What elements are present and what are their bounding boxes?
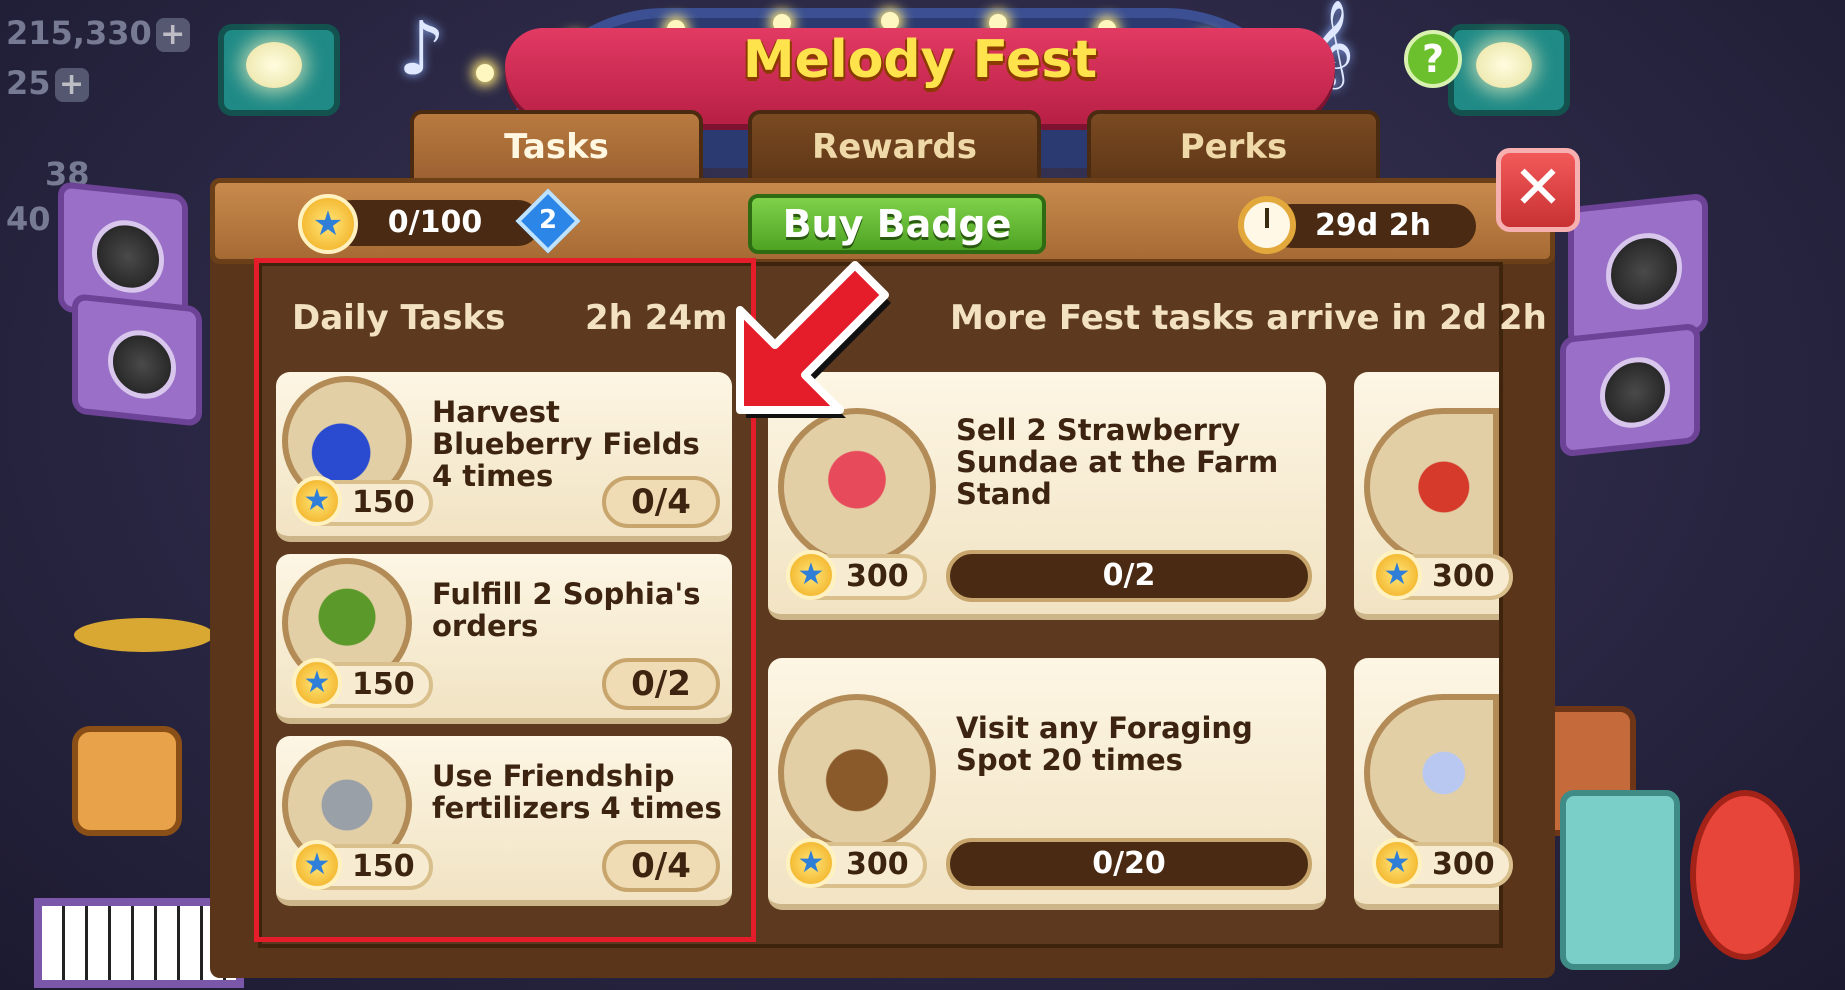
star-icon: ★ [1372,838,1422,888]
task-reward: ★ 300 [1372,550,1513,600]
bg-stat-4: 40 [6,200,51,238]
close-button[interactable]: ✕ [1496,148,1580,232]
clock-icon [1238,196,1296,254]
daily-tasks-highlight [254,258,756,942]
right-speaker-bottom [1560,322,1700,458]
strawberry-sundae-icon [778,408,936,566]
help-icon[interactable]: ? [1404,30,1462,88]
star-icon: ★ [1372,550,1422,600]
task-reward: ★ 300 [1372,838,1513,888]
fest-task-card[interactable]: ★ 300 [1354,372,1513,620]
fest-task-card[interactable]: Visit any Foraging Spot 20 times ★ 300 0/… [768,658,1326,910]
bottle-icon [1364,694,1499,852]
star-icon: ★ [786,838,836,888]
points-progress: 0/100 [330,200,540,246]
left-speaker-bottom [72,293,202,427]
badge-level: 2 [538,205,558,235]
left-spotlight [218,24,340,116]
music-note-icon: ♪ [398,6,446,92]
task-reward: ★ 300 [786,838,927,888]
task-progress-bar: 0/20 [946,838,1312,890]
fest-task-card[interactable]: ★ 300 [1354,658,1513,910]
pear-apple-icon [1364,408,1499,566]
fest-points-star-icon: ★ [298,194,358,254]
task-title: Visit any Foraging Spot 20 times [956,711,1253,777]
right-spotlight [1448,24,1570,116]
cymbal-decoration [74,618,214,652]
star-icon: ★ [786,550,836,600]
tab-perks[interactable]: Perks [1087,110,1380,184]
arch-bulb [476,64,494,82]
fest-tasks-heading: More Fest tasks arrive in 2d 2h [950,298,1547,338]
event-time-left: 29d 2h [1270,204,1476,248]
buy-badge-button[interactable]: Buy Badge [748,194,1046,254]
foraging-basket-icon [778,694,936,852]
pointer-arrow-icon [736,261,891,418]
task-progress-bar: 0/2 [946,550,1312,602]
event-title: Melody Fest [742,30,1098,90]
bg-coins-stat: 215,330 + [6,14,190,52]
drum-decoration [72,726,182,836]
task-reward: ★ 300 [786,550,927,600]
tab-tasks[interactable]: Tasks [410,110,703,184]
bg-level-stat: 25 + [6,64,89,102]
right-floor-speaker [1560,790,1680,970]
guitar-decoration [1690,790,1800,960]
task-title: Sell 2 Strawberry Sundae at the Farm Sta… [956,413,1279,511]
tab-rewards[interactable]: Rewards [748,110,1041,184]
